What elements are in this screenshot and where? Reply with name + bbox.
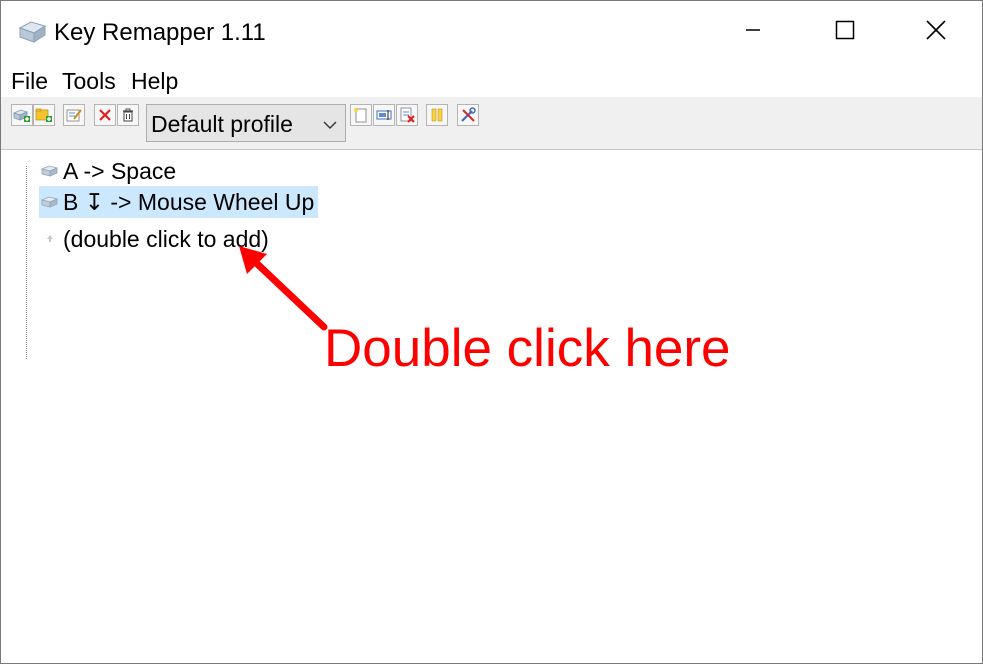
- mapping-tree[interactable]: A -> Space B ↧ -> Mouse Wheel Up (double…: [1, 150, 982, 663]
- edit-icon: [65, 107, 83, 123]
- chevron-down-icon: [323, 117, 337, 135]
- pause-button[interactable]: [426, 104, 448, 126]
- settings-button[interactable]: [457, 104, 479, 126]
- maximize-icon: [835, 20, 855, 45]
- menu-bar: File Tools Help: [1, 63, 982, 97]
- close-icon: [926, 19, 946, 45]
- delete-button[interactable]: [94, 104, 116, 126]
- delete-profile-icon: [399, 107, 415, 123]
- edit-button[interactable]: [63, 104, 85, 126]
- keyboard-key-icon: [17, 19, 47, 45]
- add-small-icon: [41, 232, 59, 246]
- minimize-button[interactable]: [707, 1, 799, 63]
- settings-tools-icon: [460, 107, 476, 123]
- new-profile-button[interactable]: [350, 104, 372, 126]
- pause-icon: [430, 108, 444, 122]
- window-title: Key Remapper 1.11: [54, 19, 266, 46]
- title-bar[interactable]: Key Remapper 1.11: [1, 1, 982, 63]
- delete-icon: [98, 108, 112, 122]
- add-key-button[interactable]: [11, 104, 33, 126]
- close-button[interactable]: [890, 1, 982, 63]
- maximize-button[interactable]: [799, 1, 891, 63]
- tree-item-a-space[interactable]: A -> Space: [39, 155, 180, 187]
- menu-file[interactable]: File: [11, 67, 48, 95]
- toolbar: Default profile: [1, 97, 982, 150]
- annotation-label: Double click here: [324, 319, 731, 378]
- new-profile-icon: [353, 107, 369, 123]
- tree-connector-line: [26, 166, 27, 359]
- key-icon: [40, 195, 59, 209]
- add-folder-button[interactable]: [33, 104, 55, 126]
- delete-profile-button[interactable]: [396, 104, 418, 126]
- app-window: Key Remapper 1.11 File Tools Help Defaul…: [0, 0, 983, 664]
- add-key-icon: [13, 107, 31, 123]
- profile-dropdown-value: Default profile: [151, 111, 293, 137]
- trash-icon: [121, 108, 135, 122]
- tree-item-b-wheel-up[interactable]: B ↧ -> Mouse Wheel Up: [39, 186, 319, 218]
- add-folder-icon: [35, 107, 53, 123]
- profile-dropdown[interactable]: Default profile: [146, 104, 346, 142]
- menu-help[interactable]: Help: [131, 67, 178, 95]
- minimize-icon: [745, 22, 761, 43]
- clear-button[interactable]: [117, 104, 139, 126]
- rename-profile-button[interactable]: [373, 104, 395, 126]
- menu-tools[interactable]: Tools: [62, 67, 116, 95]
- rename-profile-icon: [376, 107, 392, 123]
- tree-item-label: B ↧ -> Mouse Wheel Up: [63, 189, 315, 215]
- tree-item-label: A -> Space: [63, 158, 177, 184]
- key-icon: [40, 164, 59, 178]
